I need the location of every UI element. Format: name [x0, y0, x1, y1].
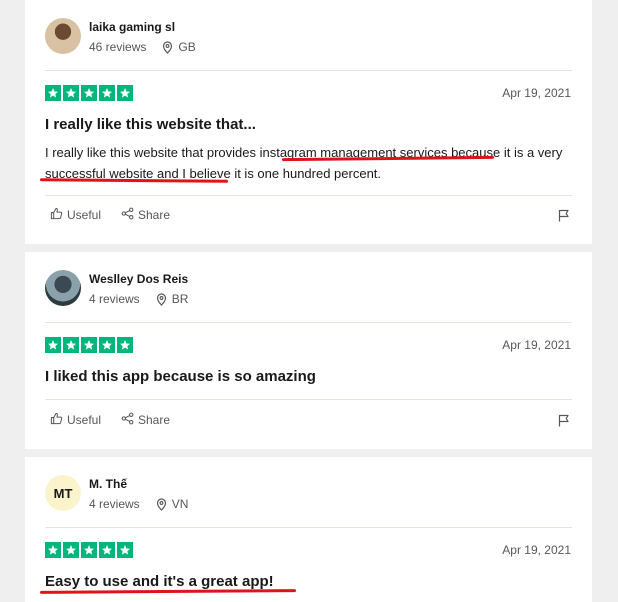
star-icon	[45, 337, 61, 353]
share-button[interactable]: Share	[121, 207, 170, 223]
review-date: Apr 19, 2021	[502, 86, 571, 100]
useful-label: Useful	[67, 208, 102, 222]
map-pin-icon	[156, 292, 167, 306]
star-icon	[45, 85, 61, 101]
consumer-meta: 46 reviews GB	[89, 40, 196, 54]
share-label: Share	[138, 208, 171, 222]
divider	[45, 527, 572, 528]
consumer-meta: 4 reviews VN	[89, 497, 188, 511]
map-pin-icon	[162, 40, 173, 54]
divider	[45, 195, 572, 196]
avatar[interactable]	[45, 18, 81, 54]
map-pin-icon	[156, 497, 167, 511]
consumer-meta: 4 reviews BR	[89, 292, 188, 306]
review-title[interactable]: Easy to use and it's a great app!	[45, 573, 274, 590]
star-icon	[99, 542, 115, 558]
review-title[interactable]: I really like this website that...	[45, 116, 256, 133]
review-body: I really like this website that provides…	[45, 145, 563, 181]
useful-label: Useful	[67, 413, 102, 427]
country-code: VN	[171, 497, 189, 511]
share-icon	[121, 412, 134, 428]
review-actions: Useful Share	[45, 207, 572, 227]
country-code: BR	[171, 292, 189, 306]
star-icon	[45, 542, 61, 558]
divider	[45, 70, 572, 71]
share-button[interactable]: Share	[121, 412, 170, 428]
thumbs-up-icon	[50, 412, 63, 428]
review-date: Apr 19, 2021	[502, 543, 571, 557]
share-icon	[121, 207, 134, 223]
star-icon	[117, 85, 133, 101]
star-icon	[81, 542, 97, 558]
review-count: 4 reviews	[89, 292, 140, 306]
review-actions: Useful Share	[45, 412, 572, 432]
divider	[45, 322, 572, 323]
star-icon	[63, 337, 79, 353]
star-rating	[45, 85, 133, 101]
avatar[interactable]	[45, 270, 81, 306]
star-icon	[117, 337, 133, 353]
consumer-name[interactable]: Weslley Dos Reis	[89, 272, 188, 286]
avatar[interactable]: MT	[45, 475, 81, 511]
star-icon	[63, 542, 79, 558]
useful-button[interactable]: Useful	[50, 207, 101, 223]
star-rating	[45, 542, 133, 558]
star-icon	[63, 85, 79, 101]
useful-button[interactable]: Useful	[50, 412, 101, 428]
star-icon	[81, 85, 97, 101]
review-card: MT M. Thế 4 reviews VN Apr 19, 2021 Easy…	[25, 457, 592, 602]
review-date: Apr 19, 2021	[502, 338, 571, 352]
star-rating	[45, 337, 133, 353]
star-icon	[99, 85, 115, 101]
thumbs-up-icon	[50, 207, 63, 223]
divider	[45, 399, 572, 400]
star-icon	[117, 542, 133, 558]
review-card: Weslley Dos Reis 4 reviews BR Apr 19, 20…	[25, 252, 592, 449]
flag-icon[interactable]	[558, 209, 570, 227]
star-icon	[81, 337, 97, 353]
consumer-name[interactable]: M. Thế	[89, 477, 127, 491]
review-card: laika gaming sl 46 reviews GB Apr 19, 20…	[25, 0, 592, 244]
flag-icon[interactable]	[558, 414, 570, 432]
review-count: 46 reviews	[89, 40, 147, 54]
consumer-name[interactable]: laika gaming sl	[89, 20, 175, 34]
country-code: GB	[178, 40, 196, 54]
annotation-underline	[39, 589, 297, 594]
star-icon	[99, 337, 115, 353]
review-title[interactable]: I liked this app because is so amazing	[45, 368, 316, 385]
review-count: 4 reviews	[89, 497, 140, 511]
share-label: Share	[138, 413, 171, 427]
